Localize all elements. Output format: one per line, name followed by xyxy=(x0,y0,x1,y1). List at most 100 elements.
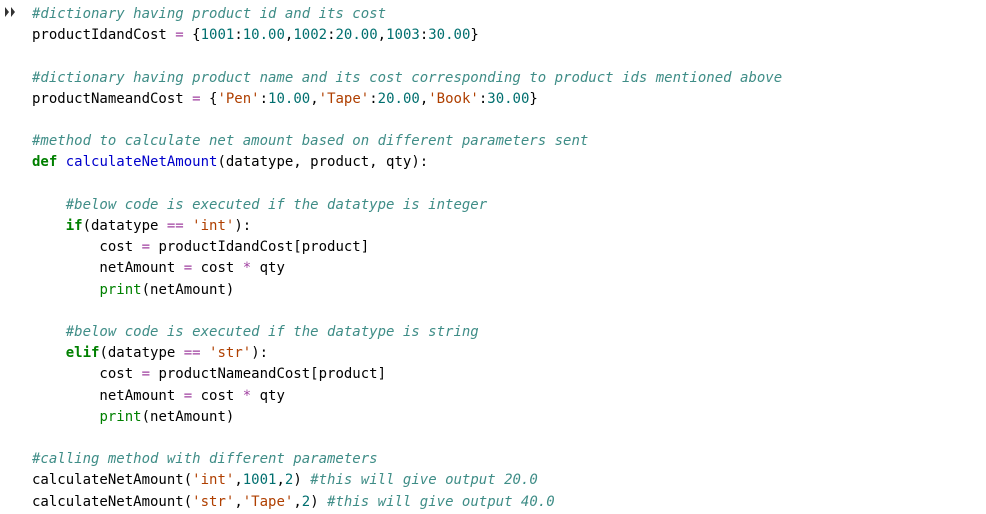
code-line[interactable]: #method to calculate net amount based on… xyxy=(32,131,986,152)
token-nm: ): xyxy=(234,218,251,234)
token-nm: cost xyxy=(192,388,243,404)
token-nm: calculateNetAmount( xyxy=(32,494,192,510)
token-op: = xyxy=(142,366,150,382)
token-nm: : xyxy=(260,91,268,107)
token-str: 'Book' xyxy=(428,91,479,107)
code-line[interactable]: calculateNetAmount('str','Tape',2) #this… xyxy=(32,492,986,513)
token-nm: , xyxy=(420,91,428,107)
token-op: * xyxy=(243,388,251,404)
token-nm: : xyxy=(479,91,487,107)
token-num: 20.00 xyxy=(378,91,420,107)
token-str: 'Tape' xyxy=(243,494,294,510)
token-nm: productIdandCost xyxy=(32,27,175,43)
token-nm: productNameandCost xyxy=(32,91,192,107)
token-nm xyxy=(32,409,99,425)
code-line[interactable] xyxy=(32,174,986,195)
token-str: 'int' xyxy=(192,472,234,488)
token-c: #calling method with different parameter… xyxy=(32,451,378,467)
code-line[interactable]: netAmount = cost * qty xyxy=(32,258,986,279)
code-line[interactable]: if(datatype == 'int'): xyxy=(32,216,986,237)
token-nm: , xyxy=(378,27,386,43)
editor-gutter xyxy=(0,0,20,514)
code-line[interactable]: productNameandCost = {'Pen':10.00,'Tape'… xyxy=(32,89,986,110)
token-nm: cost xyxy=(192,260,243,276)
token-nm: , xyxy=(310,91,318,107)
token-num: 2 xyxy=(302,494,310,510)
token-num: 20.00 xyxy=(336,27,378,43)
token-op: = xyxy=(175,27,183,43)
code-line[interactable]: #calling method with different parameter… xyxy=(32,449,986,470)
token-num: 1001 xyxy=(243,472,277,488)
token-num: 1002 xyxy=(293,27,327,43)
run-cell-icon[interactable] xyxy=(4,4,16,18)
token-nm: { xyxy=(184,27,201,43)
token-nm: : xyxy=(327,27,335,43)
token-nm xyxy=(184,218,192,234)
token-nm: cost xyxy=(32,239,142,255)
code-line[interactable] xyxy=(32,428,986,449)
token-kw: elif xyxy=(66,345,100,361)
code-line[interactable]: #dictionary having product id and its co… xyxy=(32,4,986,25)
token-str: 'Pen' xyxy=(217,91,259,107)
token-str: 'str' xyxy=(209,345,251,361)
token-bi: print xyxy=(99,282,141,298)
token-nm: productIdandCost[product] xyxy=(150,239,369,255)
token-op: = xyxy=(184,388,192,404)
token-c: #this will give output 20.0 xyxy=(310,472,538,488)
token-num: 10.00 xyxy=(243,27,285,43)
code-area[interactable]: #dictionary having product id and its co… xyxy=(20,0,986,514)
code-line[interactable]: #below code is executed if the datatype … xyxy=(32,195,986,216)
token-num: 10.00 xyxy=(268,91,310,107)
token-c: #dictionary having product id and its co… xyxy=(32,6,386,22)
token-op: * xyxy=(243,260,251,276)
code-line[interactable]: print(netAmount) xyxy=(32,280,986,301)
token-nm: } xyxy=(529,91,537,107)
token-nm: ) xyxy=(293,472,310,488)
code-line[interactable]: print(netAmount) xyxy=(32,407,986,428)
code-line[interactable] xyxy=(32,110,986,131)
token-nm: : xyxy=(234,27,242,43)
token-nm: (netAmount) xyxy=(142,282,235,298)
code-line[interactable]: #dictionary having product name and its … xyxy=(32,68,986,89)
token-nm xyxy=(201,345,209,361)
token-nm: netAmount xyxy=(32,260,184,276)
code-line[interactable] xyxy=(32,301,986,322)
token-op: = xyxy=(192,91,200,107)
token-str: 'int' xyxy=(192,218,234,234)
code-line[interactable]: productIdandCost = {1001:10.00,1002:20.0… xyxy=(32,25,986,46)
code-line[interactable]: calculateNetAmount('int',1001,2) #this w… xyxy=(32,470,986,491)
token-nm xyxy=(32,282,99,298)
token-nm: (datatype, product, qty): xyxy=(217,154,428,170)
token-nm xyxy=(32,345,66,361)
code-line[interactable]: netAmount = cost * qty xyxy=(32,386,986,407)
token-nm: cost xyxy=(32,366,142,382)
token-nm: , xyxy=(234,472,242,488)
token-c: #dictionary having product name and its … xyxy=(32,70,782,86)
code-line[interactable]: elif(datatype == 'str'): xyxy=(32,343,986,364)
token-num: 1001 xyxy=(201,27,235,43)
token-op: == xyxy=(167,218,184,234)
token-nm: ) xyxy=(310,494,327,510)
token-nm xyxy=(32,197,66,213)
token-c: #below code is executed if the datatype … xyxy=(66,324,479,340)
token-num: 30.00 xyxy=(428,27,470,43)
code-line[interactable]: cost = productNameandCost[product] xyxy=(32,364,986,385)
token-nm: (netAmount) xyxy=(142,409,235,425)
token-fn: calculateNetAmount xyxy=(66,154,218,170)
token-nm: netAmount xyxy=(32,388,184,404)
token-nm: : xyxy=(420,27,428,43)
code-line[interactable]: def calculateNetAmount(datatype, product… xyxy=(32,152,986,173)
token-op: = xyxy=(184,260,192,276)
token-nm: , xyxy=(293,494,301,510)
token-nm xyxy=(32,218,66,234)
token-nm: ): xyxy=(251,345,268,361)
code-line[interactable]: cost = productIdandCost[product] xyxy=(32,237,986,258)
token-nm: { xyxy=(201,91,218,107)
token-str: 'Tape' xyxy=(319,91,370,107)
code-editor: #dictionary having product id and its co… xyxy=(0,0,986,514)
code-line[interactable] xyxy=(32,46,986,67)
token-nm: , xyxy=(234,494,242,510)
code-line[interactable]: #below code is executed if the datatype … xyxy=(32,322,986,343)
token-nm: (datatype xyxy=(83,218,167,234)
token-nm: : xyxy=(369,91,377,107)
